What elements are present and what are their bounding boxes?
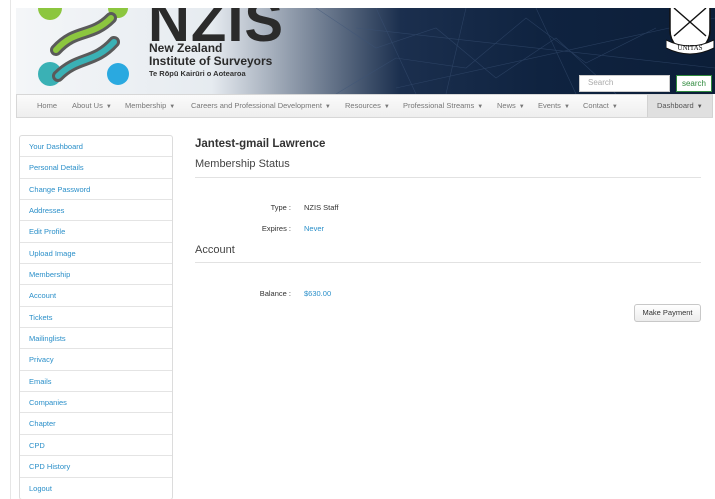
nav-news-label: News bbox=[497, 101, 516, 110]
nav-events-label: Events bbox=[538, 101, 561, 110]
main-nav: Home About Us ▼ Membership ▼ Careers and P… bbox=[16, 94, 713, 118]
sidebar-item-upload-image[interactable]: Upload Image bbox=[20, 243, 172, 265]
sidebar-item-change-password[interactable]: Change Password bbox=[20, 179, 172, 201]
sidebar-item-tickets[interactable]: Tickets bbox=[20, 307, 172, 329]
caret-down-icon: ▼ bbox=[611, 104, 618, 110]
brand-name-line2: Institute of Surveyors bbox=[149, 54, 273, 68]
nav-about-us-label: About Us bbox=[72, 101, 103, 110]
nav-membership[interactable]: Membership ▼ bbox=[125, 95, 175, 117]
nav-professional-streams-label: Professional Streams bbox=[403, 101, 475, 110]
caret-down-icon: ▼ bbox=[324, 104, 331, 110]
sidebar-item-chapter[interactable]: Chapter bbox=[20, 413, 172, 435]
brand-name: New Zealand Institute of Surveyors bbox=[149, 42, 272, 68]
nav-about-us[interactable]: About Us ▼ bbox=[72, 95, 112, 117]
sidebar-item-privacy[interactable]: Privacy bbox=[20, 349, 172, 371]
user-name-heading: Jantest-gmail Lawrence bbox=[195, 138, 326, 150]
sidebar-item-addresses[interactable]: Addresses bbox=[20, 200, 172, 222]
nav-home[interactable]: Home bbox=[37, 95, 57, 117]
search-input[interactable]: Search bbox=[579, 75, 670, 92]
membership-expires-value: Never bbox=[304, 224, 325, 233]
nav-resources-label: Resources bbox=[345, 101, 381, 110]
nav-professional-streams[interactable]: Professional Streams ▼ bbox=[403, 95, 483, 117]
sidebar-item-edit-profile[interactable]: Edit Profile bbox=[20, 221, 172, 243]
sidebar-item-your-dashboard[interactable]: Your Dashboard bbox=[20, 136, 172, 158]
nav-news[interactable]: News ▼ bbox=[497, 95, 525, 117]
nav-careers-label: Careers and Professional Development bbox=[191, 101, 322, 110]
nav-contact-label: Contact bbox=[583, 101, 609, 110]
make-payment-button[interactable]: Make Payment bbox=[634, 304, 701, 322]
membership-type-label: Type : bbox=[270, 203, 291, 212]
membership-status-title: Membership Status bbox=[195, 158, 290, 170]
membership-divider bbox=[195, 177, 701, 178]
caret-down-icon: ▼ bbox=[563, 104, 570, 110]
caret-down-icon: ▼ bbox=[169, 104, 176, 110]
brand-tagline: Te Rōpū Kairūri o Aotearoa bbox=[149, 69, 246, 78]
nav-dashboard-label: Dashboard bbox=[657, 101, 694, 110]
crest-motto: UNITAS bbox=[677, 44, 702, 52]
nav-contact[interactable]: Contact ▼ bbox=[583, 95, 618, 117]
nav-dashboard[interactable]: Dashboard ▼ bbox=[647, 95, 713, 117]
nav-membership-label: Membership bbox=[125, 101, 167, 110]
sidebar-item-personal-details[interactable]: Personal Details bbox=[20, 157, 172, 179]
page-frame-line bbox=[10, 0, 11, 499]
sidebar-item-account[interactable]: Account bbox=[20, 285, 172, 307]
sidebar-item-cpd[interactable]: CPD bbox=[20, 435, 172, 457]
nav-resources[interactable]: Resources ▼ bbox=[345, 95, 390, 117]
sidebar-item-membership[interactable]: Membership bbox=[20, 264, 172, 286]
membership-type-value: NZIS Staff bbox=[304, 203, 339, 212]
account-divider bbox=[195, 262, 701, 263]
nav-home-label: Home bbox=[37, 101, 58, 110]
sidebar-item-mailinglists[interactable]: Mailinglists bbox=[20, 328, 172, 350]
search-button[interactable]: search bbox=[676, 75, 712, 92]
balance-label: Balance : bbox=[259, 289, 291, 298]
caret-down-icon: ▼ bbox=[383, 104, 390, 110]
sidebar-item-logout[interactable]: Logout bbox=[20, 478, 172, 499]
caret-down-icon: ▼ bbox=[105, 104, 112, 110]
caret-down-icon: ▼ bbox=[696, 104, 703, 110]
membership-expires-label: Expires : bbox=[261, 224, 291, 233]
caret-down-icon: ▼ bbox=[518, 104, 525, 110]
nzis-logo-icon[interactable] bbox=[36, 8, 136, 90]
crest-icon: UNITAS bbox=[666, 8, 714, 55]
account-title: Account bbox=[195, 244, 235, 256]
caret-down-icon: ▼ bbox=[477, 104, 484, 110]
nav-events[interactable]: Events ▼ bbox=[538, 95, 570, 117]
sidebar-item-cpd-history[interactable]: CPD History bbox=[20, 456, 172, 478]
sidebar-item-emails[interactable]: Emails bbox=[20, 371, 172, 393]
balance-value: $630.00 bbox=[304, 289, 332, 298]
sidebar-item-companies[interactable]: Companies bbox=[20, 392, 172, 414]
dashboard-sidebar: Your Dashboard Personal Details Change P… bbox=[19, 135, 173, 499]
nav-careers[interactable]: Careers and Professional Development ▼ bbox=[191, 95, 331, 117]
